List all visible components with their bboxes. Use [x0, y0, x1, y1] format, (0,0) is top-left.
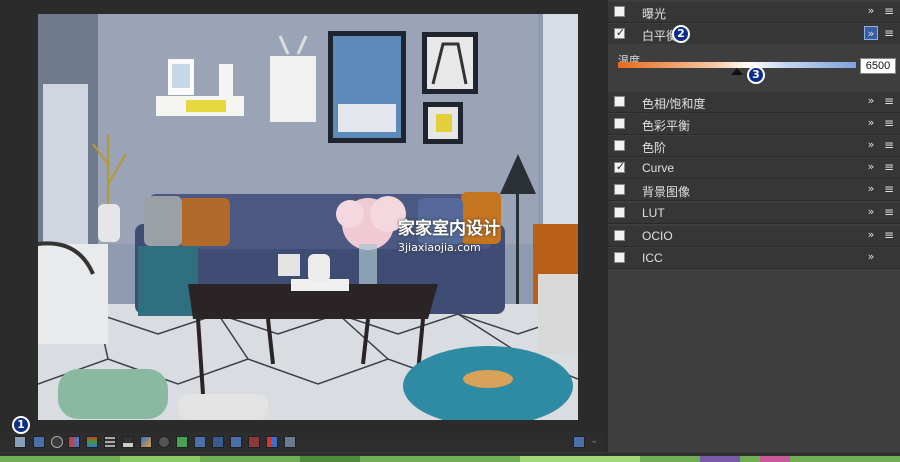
- annotation-badge-1: 1: [12, 416, 30, 434]
- toolbar-button-13[interactable]: [230, 436, 242, 448]
- effect-label: 背景图像: [642, 185, 691, 199]
- check-icon: ✓: [615, 27, 626, 39]
- effect-row-lut[interactable]: LUT » ≡: [608, 203, 900, 224]
- annotation-badge-3: 3: [747, 66, 765, 84]
- watermark-text: 家家室内设计: [398, 219, 500, 239]
- double-chevron-icon[interactable]: »: [864, 250, 878, 264]
- watermark-url: 3jiaxiaojia.com: [398, 241, 481, 254]
- effect-label: LUT: [642, 206, 665, 220]
- timeline-strip-graphic: [0, 453, 900, 462]
- temperature-value-field[interactable]: 6500: [860, 58, 896, 74]
- toolbar-button-6[interactable]: [104, 436, 116, 448]
- toolbar-button-16[interactable]: [284, 436, 296, 448]
- effect-label: 曝光: [642, 7, 667, 21]
- toolbar-button-4[interactable]: [68, 436, 80, 448]
- effect-label: ICC: [642, 251, 663, 265]
- toolbar-button-12[interactable]: [212, 436, 224, 448]
- color-balance-checkbox[interactable]: [614, 118, 625, 129]
- toolbar-button-5[interactable]: [86, 436, 98, 448]
- hamburger-icon[interactable]: ≡: [882, 205, 896, 219]
- lut-checkbox[interactable]: [614, 207, 625, 218]
- hamburger-icon[interactable]: ≡: [882, 94, 896, 108]
- check-icon: ✓: [615, 161, 626, 173]
- effect-row-curve[interactable]: ✓ Curve » ≡: [608, 158, 900, 179]
- hue-saturation-checkbox[interactable]: [614, 96, 625, 107]
- toolbar-button-9[interactable]: [158, 436, 170, 448]
- effect-label: OCIO: [642, 229, 673, 243]
- effect-label: Curve: [642, 161, 675, 175]
- ocio-checkbox[interactable]: [614, 230, 625, 241]
- render-viewport: 家家室内设计 3jiaxiaojia.com: [0, 0, 604, 433]
- double-chevron-icon[interactable]: »: [864, 4, 878, 18]
- toolbar-button-7[interactable]: [122, 436, 134, 448]
- viewport-toolbar: ⌄: [0, 433, 604, 452]
- chevron-down-icon[interactable]: ⌄: [590, 435, 598, 446]
- hamburger-icon[interactable]: ≡: [882, 228, 896, 242]
- effect-row-exposure[interactable]: 曝光 » ≡: [608, 2, 900, 23]
- hamburger-icon[interactable]: ≡: [882, 4, 896, 18]
- toolbar-button-8[interactable]: [140, 436, 152, 448]
- effect-label: 色彩平衡: [642, 119, 691, 133]
- double-chevron-icon[interactable]: »: [864, 182, 878, 196]
- curve-checkbox[interactable]: ✓: [614, 161, 626, 173]
- toolbar-button-11[interactable]: [194, 436, 206, 448]
- toolbar-button-3[interactable]: [51, 436, 63, 448]
- double-chevron-icon[interactable]: »: [864, 160, 878, 174]
- effect-label: 色阶: [642, 141, 667, 155]
- double-chevron-icon[interactable]: »: [864, 94, 878, 108]
- hamburger-icon[interactable]: ≡: [882, 182, 896, 196]
- toolbar-button-15[interactable]: [266, 436, 278, 448]
- double-chevron-icon[interactable]: »: [864, 228, 878, 242]
- effect-row-hue-saturation[interactable]: 色相/饱和度 » ≡: [608, 92, 900, 113]
- effect-row-levels[interactable]: 色阶 » ≡: [608, 136, 900, 157]
- toolbar-button-14[interactable]: [248, 436, 260, 448]
- double-chevron-icon[interactable]: »: [864, 116, 878, 130]
- timeline-strip: [0, 452, 900, 462]
- toolbar-button-2[interactable]: [33, 436, 45, 448]
- double-chevron-icon[interactable]: »: [864, 138, 878, 152]
- levels-checkbox[interactable]: [614, 140, 625, 151]
- hamburger-icon[interactable]: ≡: [882, 138, 896, 152]
- effect-row-white-balance[interactable]: ✓ 白平衡 » ≡: [608, 24, 900, 45]
- toolbar-button-right[interactable]: [573, 436, 585, 448]
- hamburger-icon[interactable]: ≡: [882, 160, 896, 174]
- double-chevron-icon[interactable]: »: [864, 205, 878, 219]
- toolbar-button-10[interactable]: [176, 436, 188, 448]
- hamburger-icon[interactable]: ≡: [882, 116, 896, 130]
- effect-row-color-balance[interactable]: 色彩平衡 » ≡: [608, 114, 900, 135]
- effect-label: 色相/饱和度: [642, 97, 706, 111]
- icc-checkbox[interactable]: [614, 252, 625, 263]
- hamburger-icon[interactable]: ≡: [882, 26, 896, 40]
- background-image-checkbox[interactable]: [614, 184, 625, 195]
- watermark: 家家室内设计 3jiaxiaojia.com: [398, 214, 500, 254]
- annotation-badge-2: 2: [672, 25, 690, 43]
- effect-row-background-image[interactable]: 背景图像 » ≡: [608, 180, 900, 201]
- render-image: 家家室内设计 3jiaxiaojia.com: [38, 14, 578, 420]
- effect-row-icc[interactable]: ICC »: [608, 248, 900, 269]
- exposure-checkbox[interactable]: [614, 6, 625, 17]
- white-balance-checkbox[interactable]: ✓: [614, 27, 626, 39]
- temperature-slider-thumb[interactable]: [731, 68, 743, 75]
- double-chevron-icon[interactable]: »: [864, 26, 878, 40]
- toolbar-button-1[interactable]: [14, 436, 26, 448]
- effect-row-ocio[interactable]: OCIO » ≡: [608, 226, 900, 247]
